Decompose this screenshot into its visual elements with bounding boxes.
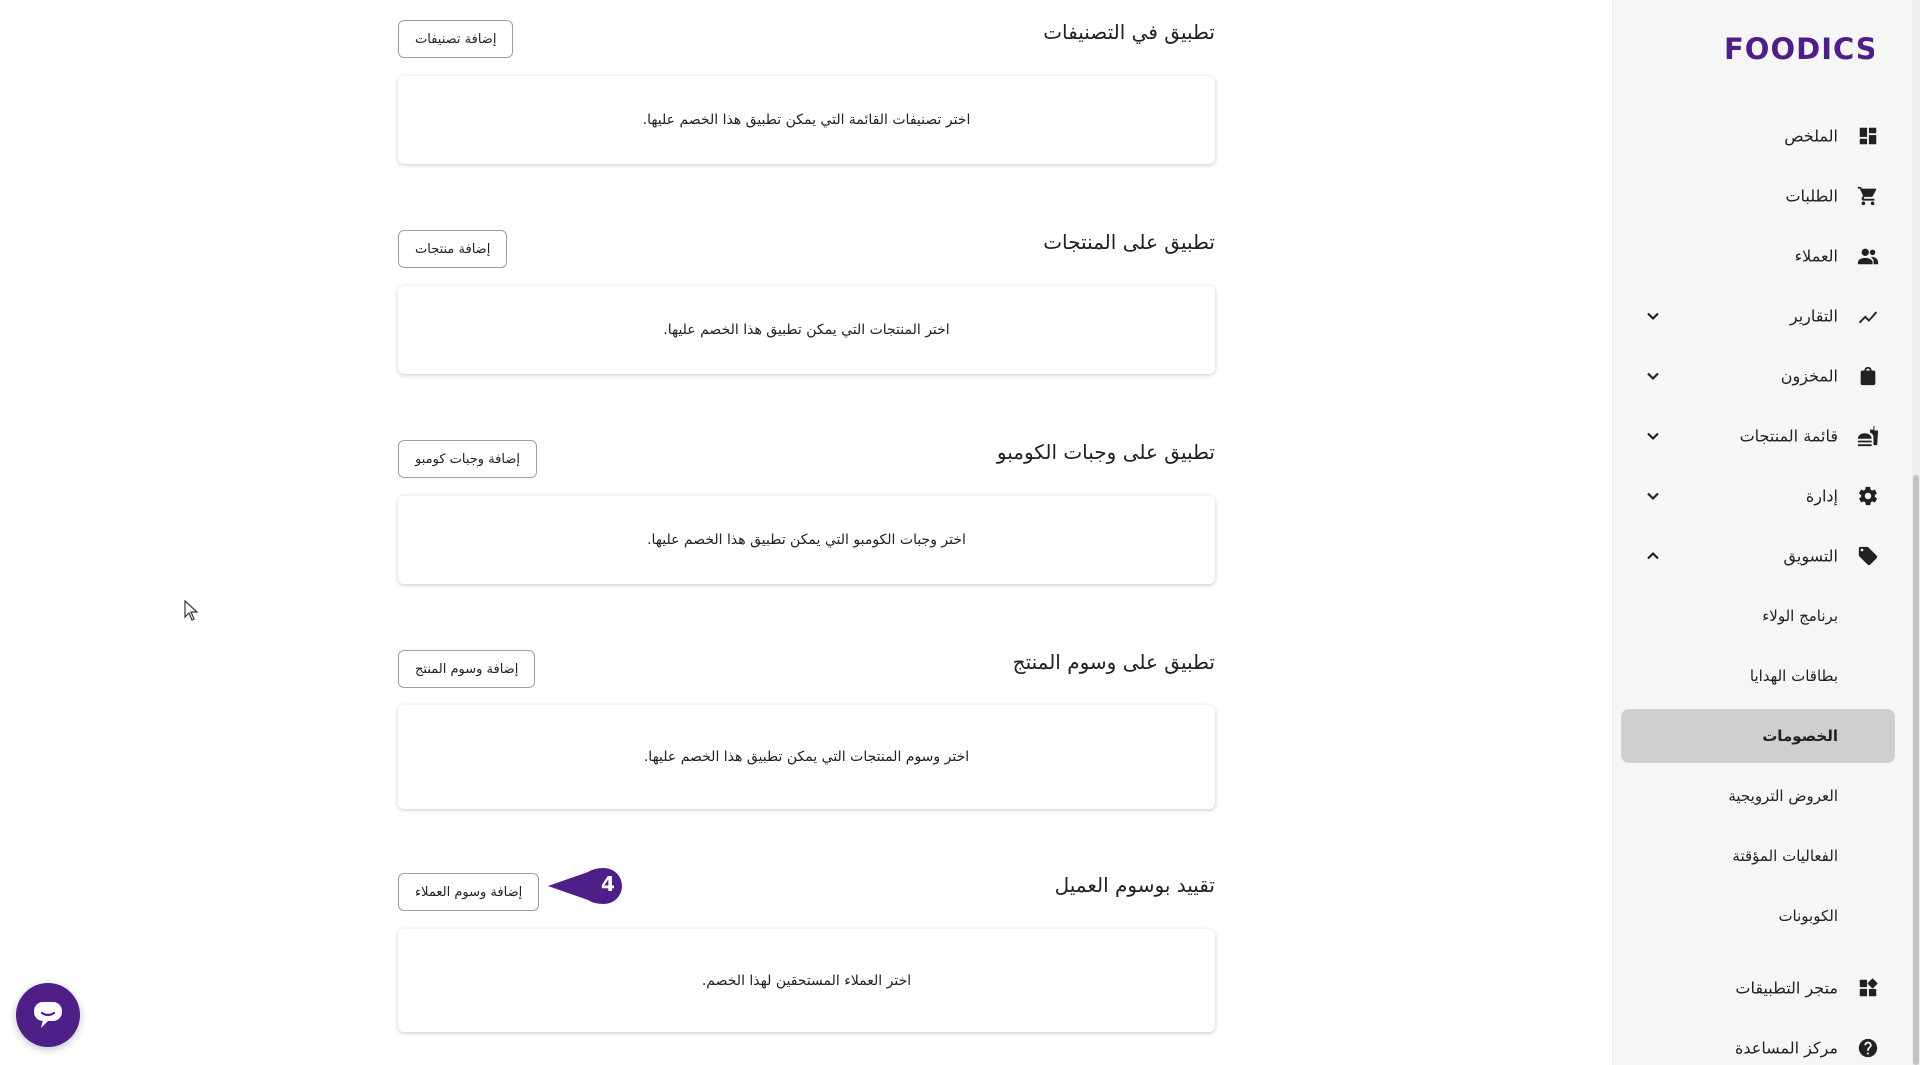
section-title: تطبيق في التصنيفات xyxy=(1043,20,1215,44)
sidebar-subitem-gift-cards[interactable]: بطاقات الهدايا xyxy=(1613,646,1913,706)
chat-icon xyxy=(34,1002,62,1028)
sidebar-item-customers[interactable]: العملاء xyxy=(1613,226,1913,286)
add-products-button[interactable]: إضافة منتجات xyxy=(398,230,508,268)
sidebar-item-manage[interactable]: إدارة xyxy=(1613,466,1913,526)
sidebar-item-orders[interactable]: الطلبات xyxy=(1613,166,1913,226)
sidebar-item-label: الطلبات xyxy=(1785,186,1838,206)
cart-icon xyxy=(1857,185,1879,207)
add-combos-button[interactable]: إضافة وجبات كومبو xyxy=(398,440,538,478)
sidebar-item-label: العملاء xyxy=(1794,246,1838,266)
sidebar-subitem-timed-events[interactable]: الفعاليات المؤقتة xyxy=(1613,826,1913,886)
sidebar-item-marketing[interactable]: التسويق xyxy=(1613,526,1913,586)
sidebar-item-label: قائمة المنتجات xyxy=(1739,426,1838,446)
chat-button[interactable] xyxy=(16,983,80,1047)
logo-wordmark: FOODICS xyxy=(1724,32,1874,66)
active-highlight xyxy=(1621,709,1895,763)
section-hint: اختر المنتجات التي يمكن تطبيق هذا الخصم … xyxy=(663,322,950,338)
scrollbar-thumb[interactable] xyxy=(1913,475,1919,1065)
chevron-down-icon[interactable] xyxy=(1643,366,1663,386)
sidebar-subitem-label: الفعاليات المؤقتة xyxy=(1732,847,1838,865)
chevron-up-icon[interactable] xyxy=(1643,546,1663,566)
sidebar-item-label: مركز المساعدة xyxy=(1735,1038,1838,1058)
people-icon xyxy=(1857,245,1879,267)
mouse-cursor-icon xyxy=(184,600,200,622)
add-categories-button[interactable]: إضافة تصنيفات xyxy=(398,20,514,58)
add-customer-tags-button[interactable]: إضافة وسوم العملاء xyxy=(398,873,540,911)
sidebar-subitem-coupons[interactable]: الكوبونات xyxy=(1613,886,1913,946)
section-title: تطبيق على وسوم المنتج xyxy=(1012,650,1215,674)
section-hint: اختر وسوم المنتجات التي يمكن تطبيق هذا ا… xyxy=(643,749,970,765)
sidebar-subitem-label: العروض الترويجية xyxy=(1728,787,1838,805)
product-tags-box[interactable]: اختر وسوم المنتجات التي يمكن تطبيق هذا ا… xyxy=(398,705,1215,809)
section-title: تقييد بوسوم العميل xyxy=(1054,873,1215,897)
trend-icon xyxy=(1857,305,1879,327)
chevron-down-icon[interactable] xyxy=(1643,486,1663,506)
dashboard-icon xyxy=(1857,125,1879,147)
page-scrollbar[interactable] xyxy=(1912,0,1920,1065)
section-title: تطبيق على وجبات الكومبو xyxy=(996,440,1215,464)
sidebar-item-label: إدارة xyxy=(1805,486,1838,506)
sidebar-item-menu[interactable]: قائمة المنتجات xyxy=(1613,406,1913,466)
sidebar-item-label: الملخص xyxy=(1784,126,1838,146)
help-icon xyxy=(1857,1037,1879,1059)
bag-icon xyxy=(1857,365,1879,387)
sidebar-item-dashboard[interactable]: الملخص xyxy=(1613,106,1913,166)
products-box[interactable]: اختر المنتجات التي يمكن تطبيق هذا الخصم … xyxy=(398,286,1215,374)
sidebar-subitem-discounts[interactable]: الخصومات xyxy=(1613,706,1913,766)
logo-text: FOODICS xyxy=(1724,32,1874,66)
sidebar-item-inventory[interactable]: المخزون xyxy=(1613,346,1913,406)
section-title: تطبيق على المنتجات xyxy=(1043,230,1215,254)
chevron-down-icon[interactable] xyxy=(1643,426,1663,446)
categories-box[interactable]: اختر تصنيفات القائمة التي يمكن تطبيق هذا… xyxy=(398,76,1215,164)
food-icon xyxy=(1857,425,1879,447)
apps-icon xyxy=(1857,977,1879,999)
sidebar-item-label: المخزون xyxy=(1780,366,1838,386)
step-number: 4 xyxy=(601,872,615,896)
sidebar-item-reports[interactable]: التقارير xyxy=(1613,286,1913,346)
sidebar: FOODICS الملخص الطلبات العملاء التقارير … xyxy=(1612,0,1913,1065)
sidebar-item-label: التقارير xyxy=(1789,306,1838,326)
tag-icon xyxy=(1857,545,1879,567)
foodics-logo[interactable]: FOODICS xyxy=(1724,30,1874,66)
sidebar-subitem-label: الكوبونات xyxy=(1778,907,1838,925)
combos-box[interactable]: اختر وجبات الكومبو التي يمكن تطبيق هذا ا… xyxy=(398,496,1215,584)
sidebar-subitem-loyalty[interactable]: برنامج الولاء xyxy=(1613,586,1913,646)
chevron-down-icon[interactable] xyxy=(1643,306,1663,326)
sidebar-item-app-store[interactable]: متجر التطبيقات xyxy=(1613,958,1913,1018)
sidebar-item-label: التسويق xyxy=(1783,546,1838,566)
sidebar-subitem-label: بطاقات الهدايا xyxy=(1749,667,1838,685)
sidebar-subitem-label: برنامج الولاء xyxy=(1762,607,1838,625)
sidebar-item-help-center[interactable]: مركز المساعدة xyxy=(1613,1018,1913,1065)
add-product-tags-button[interactable]: إضافة وسوم المنتج xyxy=(398,650,536,688)
sidebar-nav: الملخص الطلبات العملاء التقارير المخزون … xyxy=(1613,106,1913,1065)
section-hint: اختر تصنيفات القائمة التي يمكن تطبيق هذا… xyxy=(642,112,971,128)
section-hint: اختر العملاء المستحقين لهذا الخصم. xyxy=(701,972,912,989)
callout-arrow-shape xyxy=(548,868,622,904)
customer-tags-box[interactable]: اختر العملاء المستحقين لهذا الخصم. xyxy=(398,929,1215,1032)
step-callout: 4 xyxy=(548,866,630,906)
sidebar-item-label: متجر التطبيقات xyxy=(1735,978,1838,998)
section-hint: اختر وجبات الكومبو التي يمكن تطبيق هذا ا… xyxy=(647,532,966,548)
sidebar-subitem-promotions[interactable]: العروض الترويجية xyxy=(1613,766,1913,826)
gear-icon xyxy=(1857,485,1879,507)
sidebar-subitem-label: الخصومات xyxy=(1762,727,1838,745)
